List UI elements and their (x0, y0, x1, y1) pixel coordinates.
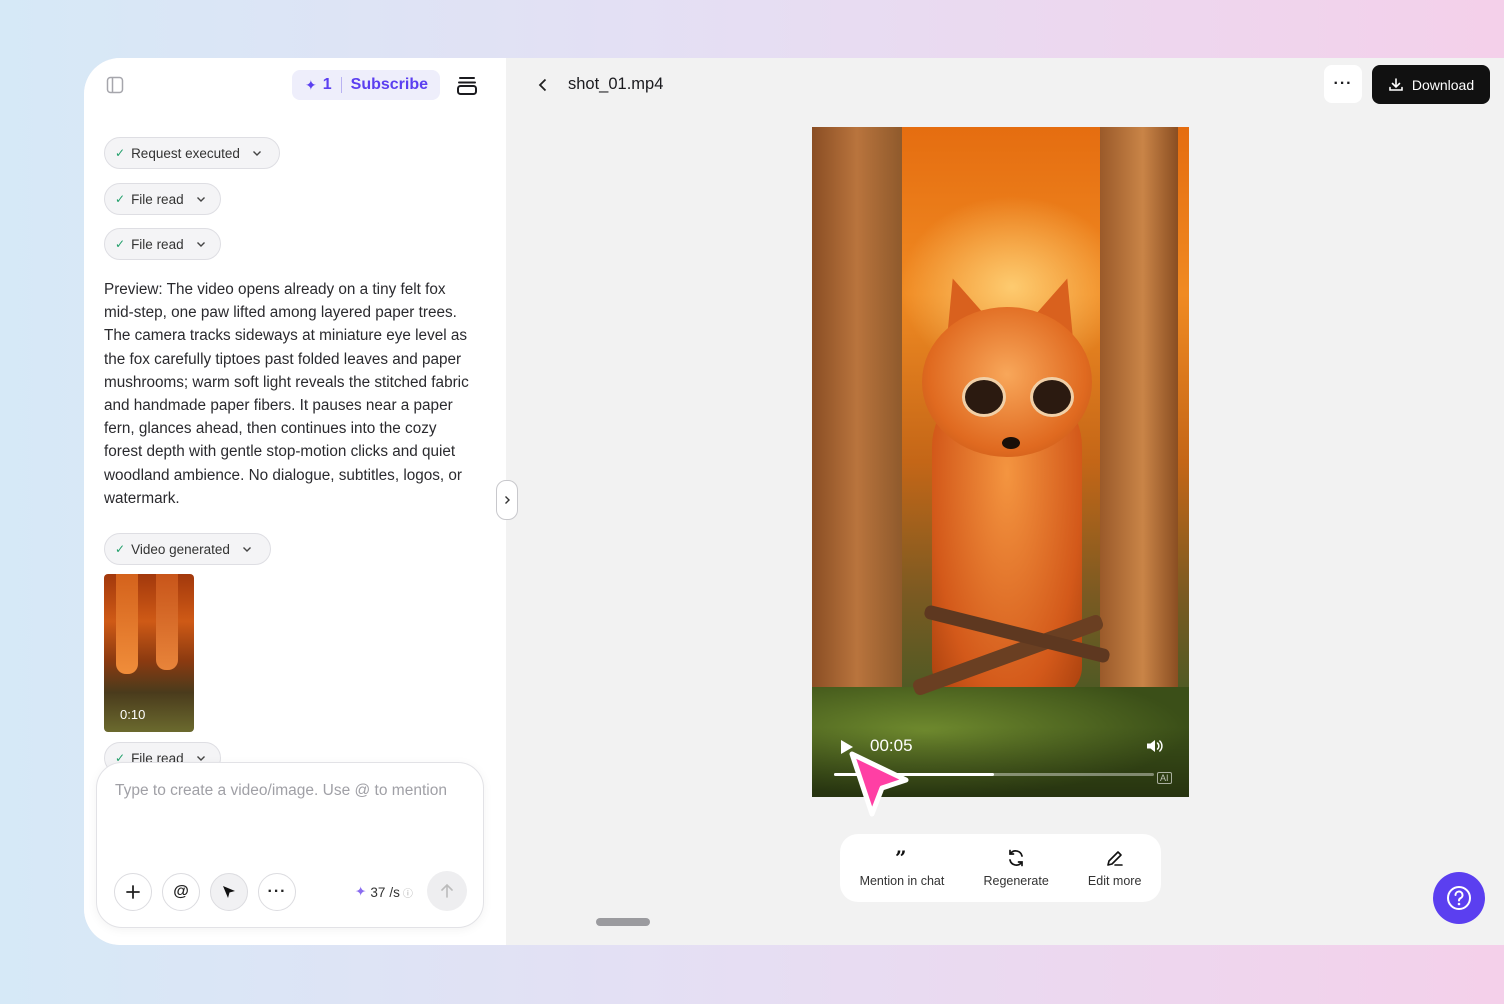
check-icon: ✓ (115, 542, 126, 556)
refresh-icon (1009, 849, 1023, 867)
ellipsis-icon: ··· (1333, 75, 1353, 92)
video-thumbnail[interactable]: 0:10 (104, 574, 194, 732)
chat-panel: ✦ 1 Subscribe ✓ Request executed ✓ File … (84, 58, 506, 945)
help-button[interactable] (1433, 872, 1485, 924)
quote-icon: ” (895, 848, 907, 868)
chip-label: Video generated (131, 541, 230, 557)
divider (340, 77, 342, 93)
prompt-input[interactable] (113, 781, 467, 801)
preview-description: Preview: The video opens already on a ti… (104, 281, 469, 507)
layers-icon[interactable] (456, 74, 478, 96)
credits-badge: 1 (322, 76, 332, 93)
file-title: shot_01.mp4 (568, 75, 664, 93)
sparkle-icon: ✦ (305, 76, 317, 93)
mention-button[interactable]: @ (162, 873, 200, 911)
action-label: Mention in chat (859, 874, 945, 888)
credits-unit: /s (389, 884, 400, 900)
mention-in-chat-button[interactable]: ” Mention in chat (860, 848, 945, 888)
collapse-panel-button[interactable] (496, 480, 518, 520)
regenerate-button[interactable]: Regenerate (983, 848, 1049, 888)
volume-icon[interactable] (1146, 738, 1164, 754)
at-icon: @ (173, 883, 189, 900)
sidebar-toggle-icon[interactable] (106, 76, 124, 94)
thumbnail-art (156, 574, 178, 670)
subscribe-label: Subscribe (350, 76, 428, 93)
chevron-down-icon (196, 197, 205, 202)
send-button[interactable] (427, 871, 467, 911)
cursor-arrow-icon (223, 886, 235, 898)
video-frame-art (1030, 377, 1074, 417)
video-player[interactable]: 00:05 AI (812, 127, 1189, 797)
plus-icon (126, 885, 140, 899)
drag-handle[interactable] (596, 918, 650, 926)
svg-text:”: ” (895, 848, 907, 868)
check-icon: ✓ (115, 192, 126, 206)
pencil-icon (1106, 851, 1123, 866)
pointer-cursor-icon (849, 751, 909, 817)
thumbnail-duration: 0:10 (120, 707, 146, 722)
download-button[interactable]: Download (1372, 65, 1490, 104)
chevron-down-icon (252, 151, 261, 156)
more-options-button[interactable]: ··· (258, 873, 296, 911)
download-icon (1389, 77, 1403, 91)
chip-request-executed[interactable]: ✓ Request executed (104, 137, 280, 169)
chip-label: File read (131, 191, 184, 207)
app-window: ✦ 1 Subscribe ✓ Request executed ✓ File … (84, 58, 1504, 945)
ellipsis-icon: ··· (267, 883, 287, 900)
chip-video-generated[interactable]: ✓ Video generated (104, 533, 271, 565)
chip-label: Request executed (131, 145, 240, 161)
video-frame-art (1100, 127, 1178, 687)
check-icon: ✓ (115, 237, 126, 251)
chevron-down-icon (196, 242, 205, 247)
more-menu-button[interactable]: ··· (1324, 65, 1362, 103)
thumbnail-art (116, 574, 138, 674)
info-icon[interactable]: ⓘ (403, 885, 413, 900)
add-button[interactable] (114, 873, 152, 911)
check-icon: ✓ (115, 146, 126, 160)
action-label: Regenerate (983, 874, 1049, 888)
video-frame-art (812, 127, 902, 707)
ai-badge: AI (1157, 772, 1172, 784)
back-chevron-icon[interactable] (534, 76, 552, 94)
sparkle-icon: ✦ (355, 884, 367, 899)
credits-rate: ✦ 37 /s ⓘ (355, 884, 413, 900)
subscribe-button[interactable]: ✦ 1 Subscribe (292, 70, 440, 100)
download-label: Download (1411, 76, 1475, 93)
video-frame-art (962, 377, 1006, 417)
video-frame-art (1002, 437, 1020, 449)
edit-more-button[interactable]: Edit more (1087, 848, 1142, 888)
video-action-bar: ” Mention in chat Regenerate Edit more (840, 834, 1161, 902)
chevron-right-icon (505, 496, 510, 504)
chip-file-read[interactable]: ✓ File read (104, 183, 221, 215)
chip-label: File read (131, 236, 184, 252)
chevron-down-icon (242, 547, 251, 552)
composer: @ ··· ✦ 37 /s ⓘ (96, 762, 484, 928)
arrow-up-icon (441, 883, 453, 898)
credits-value: 37 (370, 884, 386, 900)
chip-file-read[interactable]: ✓ File read (104, 228, 221, 260)
agent-mode-button[interactable] (210, 873, 248, 911)
action-label: Edit more (1087, 874, 1142, 888)
help-icon (1447, 886, 1471, 910)
